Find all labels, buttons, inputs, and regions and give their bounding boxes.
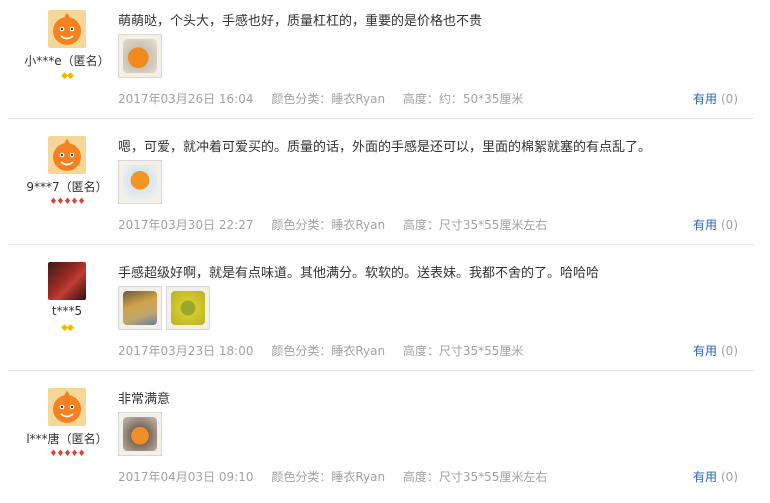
review-photos	[118, 286, 214, 332]
review-item: 9***7（匿名） ♦♦♦♦♦ 嗯，可爱，就冲着可爱买的。质量的话，外面的手感是…	[8, 126, 754, 245]
review-date: 2017年04月03日 09:10	[118, 470, 254, 484]
gold-diamond-icon: ◆◆	[61, 71, 74, 81]
review-meta: 2017年03月30日 22:27 颜色分类：睡衣Ryan 高度：尺寸35*55…	[118, 216, 561, 233]
helpful-count: (0)	[721, 470, 738, 484]
review-date: 2017年03月23日 18:00	[118, 344, 254, 358]
tmall-avatar-icon	[48, 136, 86, 174]
helpful-count: (0)	[721, 218, 738, 232]
review-text: 嗯，可爱，就冲着可爱买的。质量的话，外面的手感是还可以，里面的棉絮就塞的有点乱了…	[118, 140, 652, 155]
review-photos	[118, 160, 166, 206]
color-spec: 颜色分类：睡衣Ryan	[271, 218, 386, 232]
helpful-vote: 有用 (0)	[693, 342, 738, 359]
reviewer-name: t***5	[51, 304, 83, 318]
reviewer-name: 9***7（匿名）	[26, 180, 108, 194]
red-heart-icon: ♦♦♦♦♦	[49, 197, 85, 207]
review-text: 非常满意	[118, 392, 171, 407]
helpful-vote: 有用 (0)	[693, 468, 738, 485]
helpful-button[interactable]: 有用	[693, 344, 717, 358]
review-photo[interactable]	[118, 34, 162, 78]
gold-diamond-icon: ◆◆	[61, 323, 74, 333]
review-date: 2017年03月30日 22:27	[118, 218, 254, 232]
color-spec: 颜色分类：睡衣Ryan	[271, 344, 386, 358]
red-heart-icon: ♦♦♦♦♦	[49, 449, 85, 459]
reviewer-name: l***唐（匿名）	[26, 432, 108, 446]
height-spec: 高度：约：50*35厘米	[402, 92, 524, 106]
review-text: 手感超级好啊，就是有点味道。其他满分。软软的。送表妹。我都不舍的了。哈哈哈	[118, 266, 600, 281]
user-photo-avatar	[48, 262, 86, 300]
review-item: 小***e（匿名） ◆◆ 萌萌哒，个头大，手感也好，质量杠杠的，重要的是价格也不…	[8, 0, 754, 119]
height-spec: 高度：尺寸35*55厘米左右	[402, 218, 548, 232]
review-photo[interactable]	[118, 412, 162, 456]
review-text: 萌萌哒，个头大，手感也好，质量杠杠的，重要的是价格也不贵	[118, 14, 483, 29]
review-photos	[118, 412, 166, 458]
helpful-button[interactable]: 有用	[693, 92, 717, 106]
review-item: t***5 ◆◆ 手感超级好啊，就是有点味道。其他满分。软软的。送表妹。我都不舍…	[8, 252, 754, 371]
color-spec: 颜色分类：睡衣Ryan	[271, 92, 386, 106]
review-meta: 2017年04月03日 09:10 颜色分类：睡衣Ryan 高度：尺寸35*55…	[118, 468, 561, 485]
height-spec: 高度：尺寸35*55厘米左右	[402, 470, 548, 484]
tmall-avatar-icon	[48, 388, 86, 426]
reviewer-name: 小***e（匿名）	[24, 54, 110, 68]
helpful-button[interactable]: 有用	[693, 470, 717, 484]
review-date: 2017年03月26日 16:04	[118, 92, 254, 106]
review-item: l***唐（匿名） ♦♦♦♦♦ 非常满意 2017年04月03日 09:10 颜…	[8, 378, 754, 496]
helpful-vote: 有用 (0)	[693, 90, 738, 107]
review-meta: 2017年03月23日 18:00 颜色分类：睡衣Ryan 高度：尺寸35*55…	[118, 342, 537, 359]
review-photo[interactable]	[118, 160, 162, 204]
height-spec: 高度：尺寸35*55厘米	[402, 344, 524, 358]
helpful-count: (0)	[721, 344, 738, 358]
helpful-button[interactable]: 有用	[693, 218, 717, 232]
review-meta: 2017年03月26日 16:04 颜色分类：睡衣Ryan 高度：约：50*35…	[118, 90, 537, 107]
review-photo[interactable]	[166, 286, 210, 330]
color-spec: 颜色分类：睡衣Ryan	[271, 470, 386, 484]
helpful-count: (0)	[721, 92, 738, 106]
tmall-avatar-icon	[48, 10, 86, 48]
review-photo[interactable]	[118, 286, 162, 330]
review-photos	[118, 34, 166, 80]
helpful-vote: 有用 (0)	[693, 216, 738, 233]
